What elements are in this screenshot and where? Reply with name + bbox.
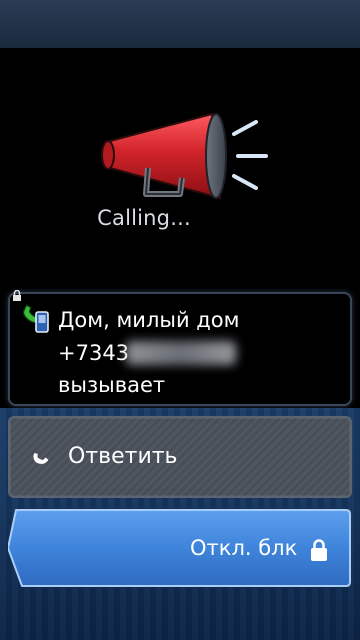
lock-icon xyxy=(311,539,327,561)
answer-button[interactable] xyxy=(8,416,352,498)
phone-handset-icon xyxy=(33,453,49,464)
megaphone-body xyxy=(101,112,227,200)
unlock-slider-label: Откл. блк xyxy=(190,536,298,560)
caller-status: вызывает xyxy=(58,373,166,397)
caller-number: +7343 xyxy=(58,341,130,365)
obscured-number-digits xyxy=(126,341,236,365)
megaphone-icon xyxy=(101,112,268,200)
unlock-slider[interactable] xyxy=(8,508,352,588)
caller-name: Дом, милый дом xyxy=(58,308,240,332)
answer-button-label: Ответить xyxy=(68,444,178,469)
calling-status-text: Calling... xyxy=(97,206,191,230)
incoming-call-icon xyxy=(22,304,49,333)
status-bar xyxy=(0,0,360,48)
sound-waves xyxy=(232,120,268,190)
